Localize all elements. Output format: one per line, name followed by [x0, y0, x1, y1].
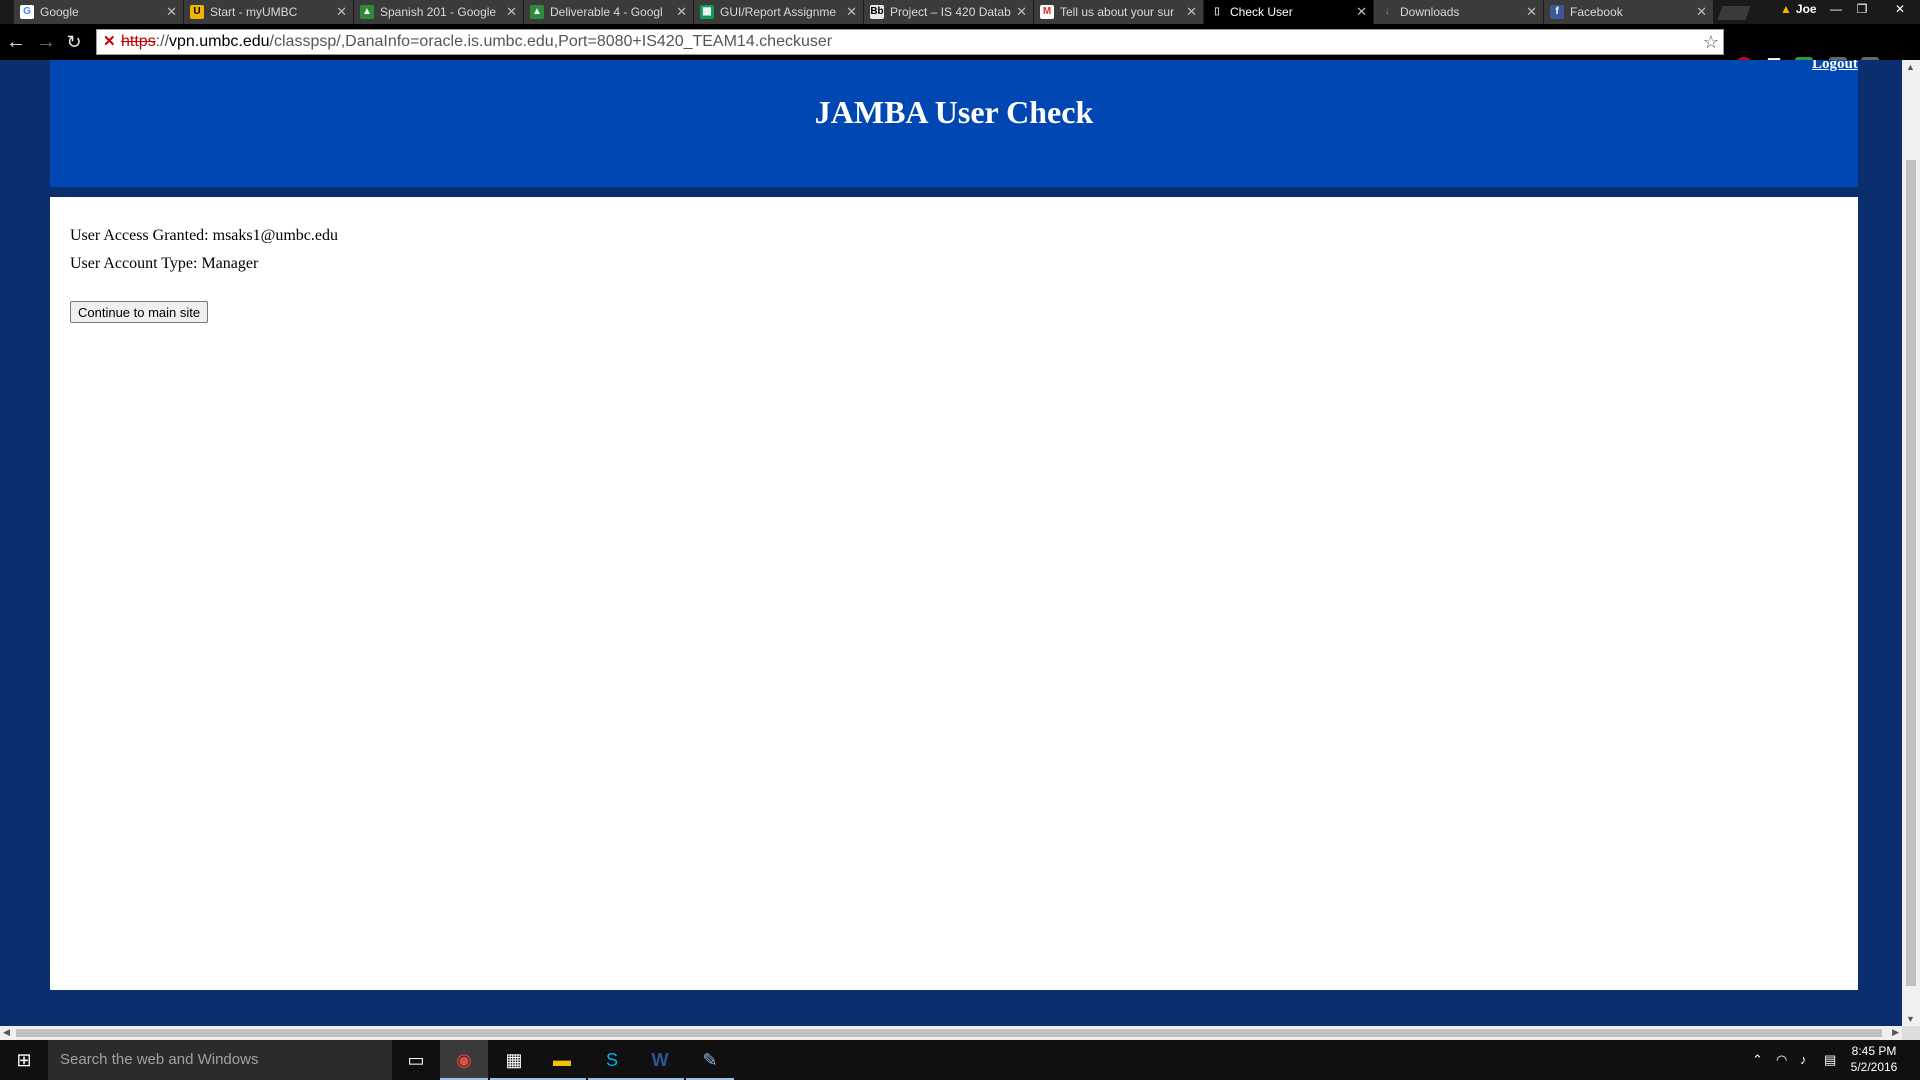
tab-label: Facebook	[1570, 5, 1623, 19]
continue-button[interactable]: Continue to main site	[70, 301, 209, 323]
tab-label: GUI/Report Assignme	[720, 5, 837, 19]
taskbar: ⊞ Search the web and Windows ▭ ◉ ▦ ▬ S W…	[0, 1040, 1920, 1080]
blackboard-icon: Bb	[870, 5, 884, 19]
horizontal-scrollbar[interactable]: ◀ ▶	[0, 1026, 1902, 1040]
skype-icon[interactable]: S	[588, 1040, 636, 1080]
close-icon[interactable]: ✕	[1526, 0, 1537, 24]
search-placeholder: Search the web and Windows	[60, 1051, 259, 1068]
calculator-icon[interactable]: ▦	[490, 1040, 538, 1080]
profile-name: Joe	[1795, 2, 1817, 16]
close-icon[interactable]: ✕	[1186, 0, 1197, 24]
close-icon[interactable]: ✕	[676, 0, 687, 24]
reload-button[interactable]: ↻	[62, 30, 86, 54]
tab-spanish[interactable]: ▲ Spanish 201 - Google ✕	[354, 0, 524, 24]
scroll-left-icon[interactable]: ◀	[3, 1027, 10, 1038]
sheets-icon: ▦	[700, 5, 714, 19]
close-icon[interactable]: ✕	[1356, 0, 1367, 24]
page-header: JAMBA User Check	[50, 60, 1858, 187]
close-icon[interactable]: ✕	[336, 0, 347, 24]
vertical-scrollbar[interactable]: ▲ ▼	[1902, 60, 1920, 1026]
tab-downloads[interactable]: ↓ Downloads ✕	[1374, 0, 1544, 24]
vertical-scroll-thumb[interactable]	[1906, 160, 1916, 986]
page-viewport: JAMBA User Check Logout User Access Gran…	[0, 60, 1902, 1026]
tab-deliverable[interactable]: ▲ Deliverable 4 - Googl ✕	[524, 0, 694, 24]
tab-label: Project – IS 420 Datab	[890, 5, 1011, 19]
umbc-icon: U	[190, 5, 204, 19]
tab-myumbc[interactable]: U Start - myUMBC ✕	[184, 0, 354, 24]
taskbar-search-box[interactable]: Search the web and Windows	[48, 1040, 392, 1080]
horizontal-scroll-thumb[interactable]	[16, 1029, 1882, 1037]
notifications-icon[interactable]: ▤	[1824, 1040, 1836, 1080]
access-granted-text: User Access Granted: msaks1@umbc.edu	[70, 227, 338, 244]
tray-expand-icon[interactable]: ⌃	[1752, 1040, 1763, 1080]
scroll-up-icon[interactable]: ▲	[1906, 62, 1915, 72]
url-scheme: https	[121, 33, 156, 50]
tab-check-user[interactable]: ▯ Check User ✕	[1204, 0, 1374, 24]
close-icon[interactable]: ✕	[846, 0, 857, 24]
tab-label: Google	[40, 5, 79, 19]
tab-survey[interactable]: M Tell us about your sur ✕	[1034, 0, 1204, 24]
tab-label: Spanish 201 - Google	[380, 5, 497, 19]
google-icon: G	[20, 5, 34, 19]
warning-icon: ▲	[1780, 2, 1792, 16]
scroll-down-icon[interactable]: ▼	[1906, 1014, 1915, 1024]
gmail-icon: M	[1040, 5, 1054, 19]
tab-label: Start - myUMBC	[210, 5, 298, 19]
tab-label: Deliverable 4 - Googl	[550, 5, 663, 19]
task-view-icon[interactable]: ▭	[392, 1040, 440, 1080]
restore-button[interactable]: ❐	[1848, 0, 1876, 20]
download-icon: ↓	[1384, 6, 1390, 17]
tab-google[interactable]: G Google ✕	[14, 0, 184, 24]
volume-icon[interactable]: ♪	[1800, 1040, 1807, 1080]
content-panel: User Access Granted: msaks1@umbc.edu Use…	[50, 197, 1858, 990]
minimize-button[interactable]: —	[1822, 0, 1850, 20]
drive-icon: ▲	[530, 5, 544, 19]
taskbar-clock[interactable]: 8:45 PM 5/2/2016	[1846, 1043, 1902, 1075]
windows-start-icon[interactable]: ⊞	[0, 1040, 48, 1080]
url-host: vpn.umbc.edu	[169, 33, 270, 50]
tab-project[interactable]: Bb Project – IS 420 Datab ✕	[864, 0, 1034, 24]
tab-gui-report[interactable]: ▦ GUI/Report Assignme ✕	[694, 0, 864, 24]
scroll-right-icon[interactable]: ▶	[1892, 1027, 1899, 1038]
close-icon[interactable]: ✕	[166, 0, 177, 24]
tab-strip: G Google ✕ U Start - myUMBC ✕ ▲ Spanish …	[0, 0, 1920, 24]
logout-link[interactable]: Logout	[1812, 60, 1858, 73]
bookmark-star-icon[interactable]: ☆	[1703, 31, 1719, 53]
close-icon[interactable]: ✕	[1016, 0, 1027, 24]
profile-button[interactable]: ▲ Joe	[1772, 0, 1825, 20]
forward-button[interactable]: →	[34, 30, 58, 54]
clock-date: 5/2/2016	[1850, 1060, 1898, 1074]
close-icon[interactable]: ✕	[1696, 0, 1707, 24]
back-button[interactable]: ←	[4, 30, 28, 54]
tab-label: Downloads	[1400, 5, 1460, 19]
close-icon[interactable]: ✕	[506, 0, 517, 24]
tab-label: Tell us about your sur	[1060, 5, 1175, 19]
scrollbar-corner	[1902, 1026, 1920, 1040]
drive-icon: ▲	[360, 5, 374, 19]
page-icon: ▯	[1214, 6, 1220, 17]
new-tab-button[interactable]	[1717, 6, 1751, 20]
page-title: JAMBA User Check	[814, 94, 1094, 130]
word-icon[interactable]: W	[636, 1040, 684, 1080]
url-text[interactable]: https://vpn.umbc.edu/classpsp/,DanaInfo=…	[121, 30, 832, 54]
insecure-lock-icon[interactable]: ✕	[103, 34, 119, 50]
chrome-taskbar-icon[interactable]: ◉	[440, 1040, 488, 1080]
url-path: /classpsp/,DanaInfo=oracle.is.umbc.edu,P…	[269, 33, 833, 50]
tab-facebook[interactable]: f Facebook ✕	[1544, 0, 1714, 24]
account-type-text: User Account Type: Manager	[70, 255, 259, 272]
window-close-button[interactable]: ✕	[1880, 0, 1920, 20]
clock-time: 8:45 PM	[1851, 1044, 1897, 1058]
address-bar[interactable]: ✕ https://vpn.umbc.edu/classpsp/,DanaInf…	[96, 29, 1724, 55]
network-icon[interactable]: ◠	[1776, 1040, 1787, 1080]
tab-label: Check User	[1230, 5, 1293, 19]
paint-icon[interactable]: ✎	[686, 1040, 734, 1080]
facebook-icon: f	[1550, 5, 1564, 19]
file-explorer-icon[interactable]: ▬	[538, 1040, 586, 1080]
